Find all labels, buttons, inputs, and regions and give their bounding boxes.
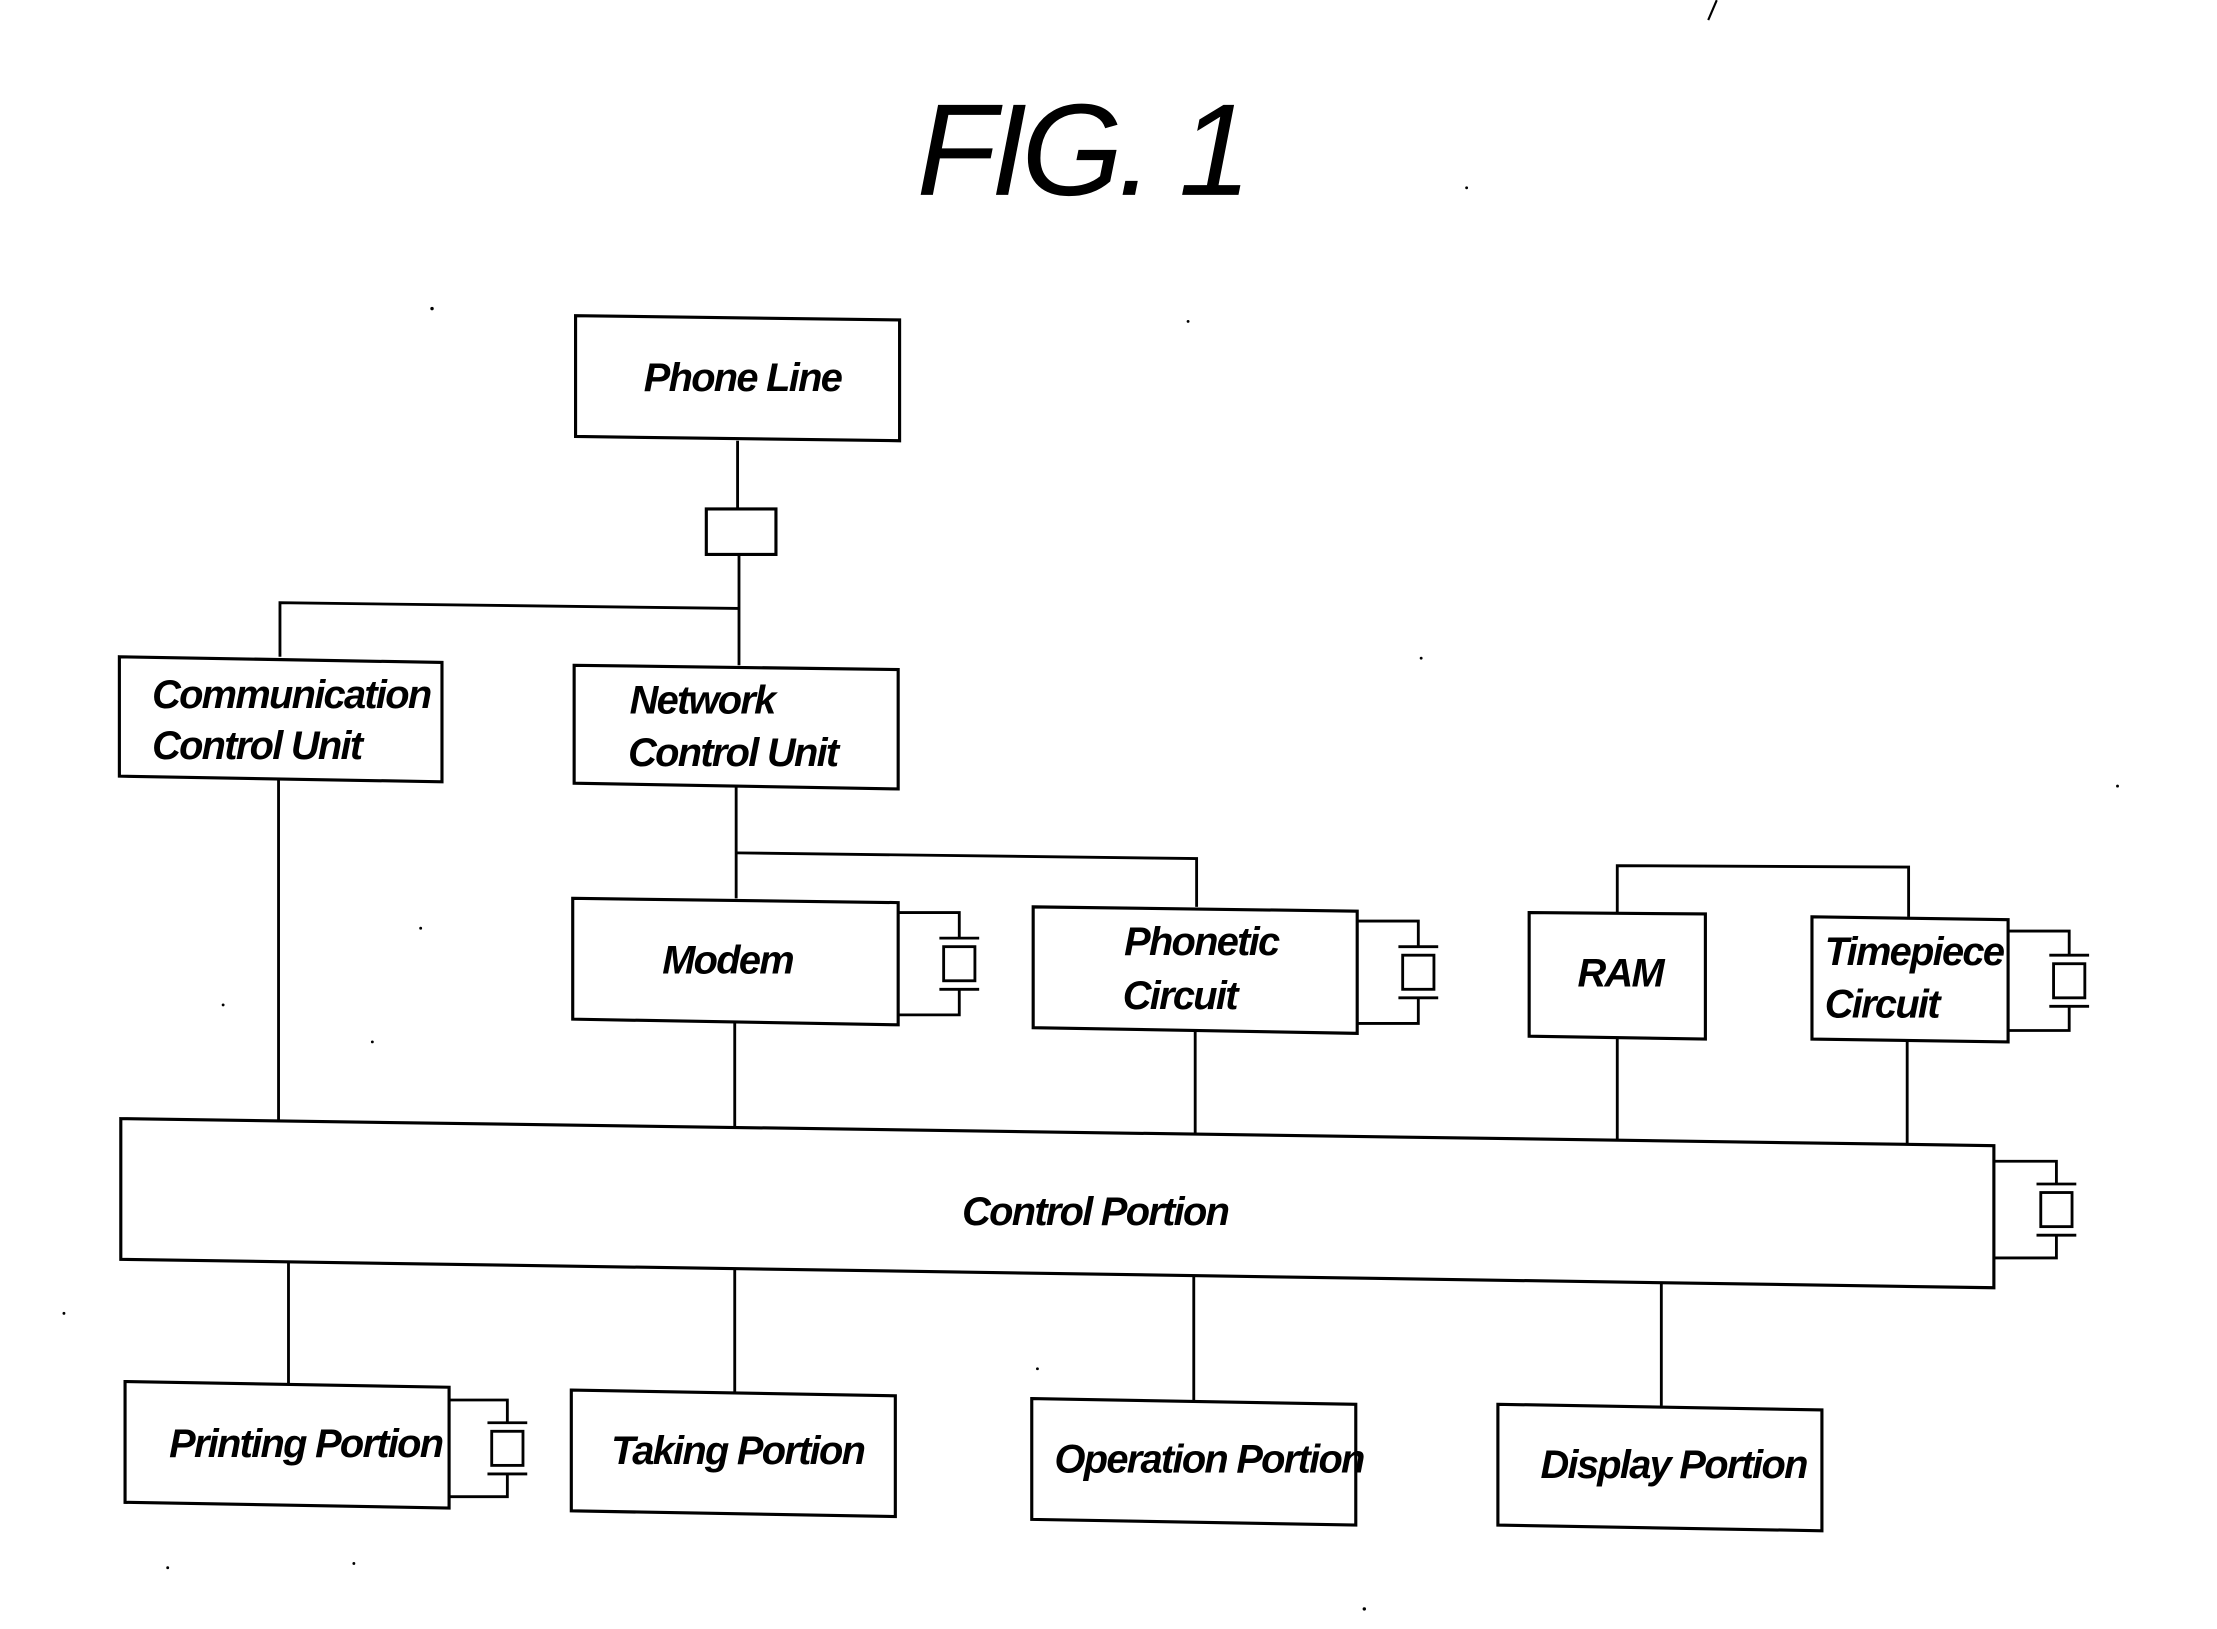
phonetic-circuit-block[interactable]: Phonetic Circuit: [1031, 905, 1359, 1035]
phone-line-block[interactable]: Phone Line: [574, 314, 902, 443]
block-diagram: FIG. 1 Phone Line Communication Control …: [62, 0, 2119, 1611]
crystal-oscillator-icon: [1357, 919, 1439, 1025]
oscillator-lead-top: [449, 1398, 509, 1423]
oscillator-crystal: [2039, 1191, 2074, 1229]
communication-control-unit-block[interactable]: Communication Control Unit: [117, 655, 444, 784]
speck: [1186, 319, 1190, 323]
timepiece-circuit-label-line2: Circuit: [1825, 983, 1943, 1027]
crystal-oscillator-icon: [898, 911, 980, 1017]
wire-junction-communication-control: [278, 601, 740, 657]
communication-control-unit-label-line1: Communication: [152, 673, 431, 717]
ram-block[interactable]: RAM: [1527, 910, 1707, 1041]
network-control-unit-label-line2: Control Unit: [628, 731, 841, 775]
stray-mark: [1707, 0, 1718, 21]
speck: [430, 306, 434, 311]
oscillator-lead-bottom: [898, 989, 961, 1017]
scan-specks: [62, 0, 2119, 1611]
taking-portion-label: Taking Portion: [611, 1429, 865, 1473]
display-portion-block[interactable]: Display Portion: [1496, 1402, 1824, 1533]
taking-portion-block[interactable]: Taking Portion: [569, 1388, 897, 1519]
timepiece-circuit-block[interactable]: Timepiece Circuit: [1810, 915, 2010, 1044]
phone-line-label: Phone Line: [644, 356, 843, 400]
oscillator-crystal: [942, 945, 977, 983]
oscillator-lead-bottom: [2008, 1006, 2071, 1032]
line-junction-box: [704, 507, 778, 556]
network-control-unit-block[interactable]: Network Control Unit: [572, 663, 900, 791]
speck: [370, 1040, 374, 1044]
speck: [1036, 1367, 1039, 1371]
operation-portion-label: Operation Portion: [1054, 1437, 1364, 1481]
speck: [1419, 656, 1423, 660]
display-portion-label: Display Portion: [1541, 1443, 1808, 1487]
oscillator-lead-bottom: [1357, 997, 1420, 1025]
network-control-unit-label-line1: Network: [630, 679, 779, 723]
oscillator-lead-bottom: [449, 1473, 509, 1499]
figure-title: FIG. 1: [917, 77, 1246, 223]
speck: [1465, 186, 1469, 190]
blocks: Phone Line Communication Control Unit Ne…: [117, 314, 2010, 1533]
oscillator-lead-top: [2008, 929, 2071, 956]
oscillator-lead-bottom: [1993, 1235, 2058, 1260]
modem-block[interactable]: Modem: [571, 896, 900, 1027]
phonetic-circuit-label-line1: Phonetic: [1124, 920, 1280, 964]
crystal-oscillator-icon: [2008, 929, 2090, 1032]
oscillator-lead-top: [1993, 1159, 2058, 1185]
wire-ram-timepiece: [1615, 864, 1911, 917]
modem-label: Modem: [662, 939, 793, 983]
oscillator-crystal: [2052, 962, 2087, 1000]
speck: [419, 926, 423, 930]
oscillator-crystal: [1401, 953, 1436, 991]
control-portion-label: Control Portion: [962, 1190, 1229, 1234]
control-portion-block[interactable]: Control Portion: [119, 1117, 1996, 1290]
communication-control-unit-label-line2: Control Unit: [152, 724, 365, 768]
oscillator-lead-top: [1357, 919, 1420, 947]
speck: [166, 1566, 170, 1570]
phonetic-circuit-label-line2: Circuit: [1123, 974, 1241, 1018]
printing-portion-label: Printing Portion: [169, 1422, 443, 1466]
wire-network-phonetic: [736, 851, 1199, 907]
timepiece-circuit-label-line1: Timepiece: [1825, 930, 2005, 974]
ram-label: RAM: [1577, 951, 1665, 995]
speck: [2116, 784, 2119, 788]
oscillator-lead-top: [898, 911, 961, 939]
speck: [352, 1562, 356, 1565]
speck: [221, 1003, 225, 1007]
speck: [1362, 1607, 1367, 1611]
oscillator-crystal: [490, 1429, 525, 1467]
crystal-oscillator-icon: [1993, 1159, 2077, 1260]
crystal-oscillator-icon: [449, 1398, 528, 1499]
operation-portion-block[interactable]: Operation Portion: [1030, 1397, 1366, 1527]
speck: [62, 1311, 66, 1315]
printing-portion-block[interactable]: Printing Portion: [123, 1379, 451, 1510]
